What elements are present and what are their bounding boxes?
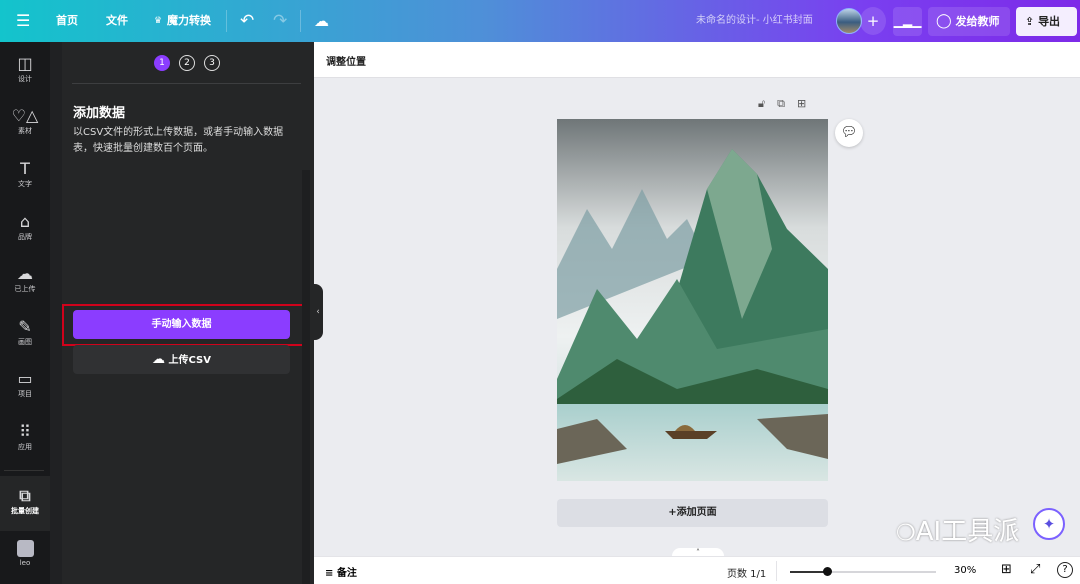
step-2[interactable]: 2 xyxy=(179,55,195,71)
rail-label: 设计 xyxy=(18,75,32,83)
cloud-upload-icon: ☁ xyxy=(152,352,166,367)
export-label: 导出 xyxy=(1038,15,1061,28)
help-icon[interactable]: ? xyxy=(1057,562,1073,578)
rail-item-projects[interactable]: ▭ 项目 xyxy=(0,369,50,399)
rail-item-apps[interactable]: ⠿ 应用 xyxy=(0,422,50,452)
home-link[interactable]: 首页 xyxy=(56,0,78,42)
layout-icon: ◫ xyxy=(17,54,33,73)
panel-description: 以CSV文件的形式上传数据，或者手动输入数据表，快速批量创建数百个页面。 xyxy=(73,127,284,154)
fullscreen-icon[interactable]: ⤢ xyxy=(1030,562,1040,577)
add-page-icon[interactable]: ⊞ xyxy=(797,97,818,110)
send-teacher-button[interactable]: ◯ 发给教师 xyxy=(928,7,1010,36)
wechat-icon: ❍ xyxy=(896,521,916,546)
avatar[interactable] xyxy=(836,8,862,34)
rail-item-bulk-create[interactable]: ⧉ 批量创建 xyxy=(0,476,50,531)
step-1[interactable]: 1 xyxy=(154,55,170,71)
rail-label: 已上传 xyxy=(14,285,36,293)
rail-label: 文字 xyxy=(18,180,32,188)
watermark: ❍AI工具派 xyxy=(896,511,1019,548)
manual-input-button[interactable]: 手动输入数据 xyxy=(73,310,290,339)
rail-label: 品牌 xyxy=(18,233,32,241)
rail-item-text[interactable]: T 文字 xyxy=(0,159,50,189)
notes-button[interactable]: ≡ 备注 xyxy=(325,564,357,579)
bottom-bar: ≡ 备注 页数 1/1 30% ⊞ ⤢ ? xyxy=(314,556,1080,584)
bulk-create-panel: 1 2 3 添加数据 以CSV文件的形式上传数据，或者手动输入数据表，快速批量创… xyxy=(62,42,314,584)
crown-icon: ♛ xyxy=(154,16,163,26)
design-title[interactable]: 未命名的设计- 小红书封面 xyxy=(696,0,813,42)
shapes-icon: ♡△ xyxy=(11,106,39,125)
rail-item-leo[interactable]: leo xyxy=(0,540,50,567)
draw-icon: ✎ xyxy=(18,317,32,336)
rail-item-design[interactable]: ◫ 设计 xyxy=(0,54,50,84)
context-toolbar: 调整位置 xyxy=(314,42,1080,78)
export-button[interactable]: ⇪ 导出 xyxy=(1016,7,1077,36)
cloud-saved-icon[interactable]: ☁ xyxy=(314,0,329,42)
bulk-create-icon: ⧉ xyxy=(19,486,31,505)
analytics-icon[interactable]: ▁▂▁ xyxy=(893,7,922,36)
share-upload-icon: ⇪ xyxy=(1025,15,1035,28)
zoom-level[interactable]: 30% xyxy=(954,565,976,576)
rail-label: 批量创建 xyxy=(11,507,39,515)
canvas-page-image[interactable] xyxy=(557,119,828,481)
notes-label: 备注 xyxy=(336,568,357,579)
zoom-slider-knob[interactable] xyxy=(822,567,832,576)
send-teacher-label: 发给教师 xyxy=(955,15,1000,28)
rail-label: leo xyxy=(19,559,31,567)
duplicate-page-icon[interactable]: ⧉ xyxy=(777,97,797,110)
brand-icon: ⌂ xyxy=(19,212,31,231)
step-3[interactable]: 3 xyxy=(204,55,220,71)
panel-scrollbar[interactable] xyxy=(302,170,310,584)
top-bar: ☰ 首页 文件 ♛ 魔力转换 ↶ ↷ ☁ 未命名的设计- 小红书封面 + ▁▂▁… xyxy=(0,0,1080,42)
text-icon: T xyxy=(20,159,30,178)
app-thumbnail xyxy=(16,540,34,557)
check-circle-icon: ◯ xyxy=(936,13,952,29)
rail-item-uploads[interactable]: ☁ 已上传 xyxy=(0,264,50,294)
apps-grid-icon: ⠿ xyxy=(19,422,31,441)
upload-csv-label: 上传CSV xyxy=(168,355,211,366)
folder-icon: ▭ xyxy=(17,369,33,388)
magic-switch-button[interactable]: 魔力转换 xyxy=(167,0,211,42)
page-actions: 🔓︎⧉⊞ xyxy=(758,97,818,111)
rail-label: 应用 xyxy=(18,443,32,451)
rail-item-elements[interactable]: ♡△ 素材 xyxy=(0,106,50,136)
zoom-slider[interactable] xyxy=(790,567,936,576)
undo-icon[interactable]: ↶ xyxy=(240,0,254,42)
upload-csv-button[interactable]: ☁ 上传CSV xyxy=(73,345,290,374)
magic-assistant-button[interactable]: ✦ xyxy=(1033,508,1065,540)
rail-label: 项目 xyxy=(18,390,32,398)
watermark-text: AI工具派 xyxy=(915,517,1020,547)
file-menu[interactable]: 文件 xyxy=(106,0,128,42)
rail-label: 画图 xyxy=(18,338,32,346)
add-collaborator-button[interactable]: + xyxy=(860,7,886,35)
upload-cloud-icon: ☁ xyxy=(17,264,33,283)
rail-item-draw[interactable]: ✎ 画图 xyxy=(0,317,50,347)
add-comment-button[interactable]: 💬︎ xyxy=(835,119,863,147)
menu-icon[interactable]: ☰ xyxy=(16,0,30,42)
panel-gutter xyxy=(50,42,62,584)
rail-label: 素材 xyxy=(18,127,32,135)
redo-icon[interactable]: ↷ xyxy=(273,0,287,42)
collapse-panel-handle[interactable]: ‹ xyxy=(313,284,323,340)
notes-icon: ≡ xyxy=(325,568,334,579)
lock-icon[interactable]: 🔓︎ xyxy=(758,97,777,110)
side-rail: ◫ 设计 ♡△ 素材 T 文字 ⌂ 品牌 ☁ 已上传 ✎ 画图 ▭ 项目 ⠿ 应用 ⧉ 批量创建 … xyxy=(0,42,50,584)
page-count[interactable]: 页数 1/1 xyxy=(727,565,766,580)
adjust-position-button[interactable]: 调整位置 xyxy=(326,53,366,68)
rail-item-brand[interactable]: ⌂ 品牌 xyxy=(0,212,50,242)
panel-title: 添加数据 xyxy=(73,106,126,121)
add-page-button[interactable]: +添加页面 xyxy=(557,499,828,527)
grid-view-icon[interactable]: ⊞ xyxy=(1001,562,1012,577)
